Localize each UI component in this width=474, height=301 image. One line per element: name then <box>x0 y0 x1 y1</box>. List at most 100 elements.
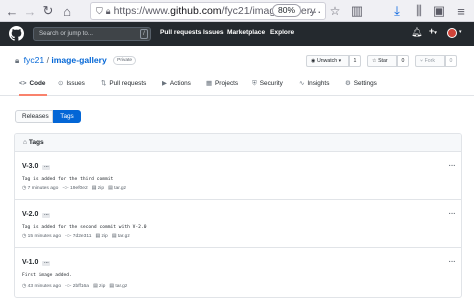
tag-row: V-1.0… ··· First image added. ◷ 43 minut… <box>15 248 461 297</box>
tab-label: Insights <box>307 80 330 87</box>
extension-icon[interactable]: ▣ <box>430 2 448 20</box>
avatar[interactable] <box>447 28 457 38</box>
tag-name: V-1.0 <box>22 259 39 266</box>
tag-name: V-2.0 <box>22 211 39 218</box>
tab-label: Actions <box>169 80 191 87</box>
tar-link[interactable]: tar.gz <box>114 186 126 191</box>
download-icon[interactable]: ⤓ <box>388 2 406 20</box>
zip-link[interactable]: zip <box>102 234 108 239</box>
tab-insights[interactable]: ∿ Insights <box>299 79 329 96</box>
fork-label: Fork <box>424 58 435 64</box>
tab-settings[interactable]: ⚙ Settings <box>345 79 377 96</box>
commit-sha-link[interactable]: 7d2e311 <box>73 234 92 239</box>
tag-time: 7 minutes ago <box>27 186 59 191</box>
lock-icon: 🔒︎ <box>105 5 111 16</box>
bell-icon[interactable]: 🔔︎ <box>411 27 422 38</box>
fork-count[interactable]: 0 <box>445 55 457 67</box>
forward-icon[interactable]: → <box>21 2 39 20</box>
tag-meta: ◷ 7 minutes ago -○- 19ef0e2 ▤ zip ▤ tar.… <box>22 185 126 191</box>
expand-message-button[interactable]: … <box>42 212 51 218</box>
tag-name: V-3.0 <box>22 163 39 170</box>
nav-marketplace[interactable]: Marketplace <box>227 29 265 36</box>
tags-tab-button[interactable]: Tags <box>53 110 81 123</box>
tab-label: Code <box>29 80 46 87</box>
search-shortcut-key: / <box>140 29 148 39</box>
tags-box-title: Tags <box>28 139 44 146</box>
sidebar-icon[interactable]: ▥ <box>348 2 366 20</box>
tab-label: Settings <box>353 80 377 87</box>
commit-icon: -○- <box>65 284 73 289</box>
tag-meta: ◷ 15 minutes ago -○- 7d2e311 ▤ zip ▤ tar… <box>22 233 130 239</box>
commit-sha-link[interactable]: 19ef0e2 <box>70 186 88 191</box>
graph-icon: ∿ <box>299 80 305 87</box>
search-input[interactable]: Search or jump to... / <box>33 27 151 41</box>
commit-icon: -○- <box>62 186 71 191</box>
menu-icon[interactable]: ≡ <box>452 2 470 20</box>
tag-name-link[interactable]: V-2.0… <box>22 211 51 218</box>
avatar-caret-icon[interactable]: ▾ <box>459 29 462 35</box>
new-menu-button[interactable]: +▾ <box>429 26 437 36</box>
tag-name-link[interactable]: V-1.0… <box>22 259 51 266</box>
commit-icon: -○- <box>65 234 73 239</box>
star-count[interactable]: 0 <box>397 55 409 67</box>
expand-message-button[interactable]: … <box>42 164 51 170</box>
home-icon[interactable]: ⌂ <box>58 2 76 20</box>
tar-link[interactable]: tar.gz <box>118 234 130 239</box>
tab-label: Security <box>259 80 283 87</box>
repo-separator: / <box>46 55 49 65</box>
tab-actions[interactable]: ▶ Actions <box>162 79 191 96</box>
more-actions-icon[interactable]: ··· <box>306 2 324 20</box>
projects-icon: ▦ <box>206 80 213 87</box>
star-button[interactable]: ☆ Star <box>367 55 397 67</box>
zip-link[interactable]: zip <box>99 284 105 289</box>
commit-sha-link[interactable]: 2bff16a <box>73 284 89 289</box>
tag-row: V-2.0… ··· Tag is added for the second c… <box>15 200 461 248</box>
repo-name-link[interactable]: image-gallery <box>51 55 106 65</box>
tag-menu-icon[interactable]: ··· <box>448 256 456 267</box>
github-logo-icon[interactable] <box>9 26 24 41</box>
tar-link[interactable]: tar.gz <box>115 284 127 289</box>
releases-tab-button[interactable]: Releases <box>15 110 53 123</box>
tags-box-header: ⌂ Tags <box>15 134 461 152</box>
url-host: github.com <box>170 5 222 17</box>
reload-icon[interactable]: ↻ <box>39 2 57 20</box>
gear-icon: ⚙ <box>345 80 351 87</box>
pull-request-icon: ⇅ <box>101 80 107 87</box>
expand-message-button[interactable]: … <box>42 260 51 266</box>
tag-message: Tag is added for the second commit with … <box>22 225 147 230</box>
tag-message: Tag is added for the third commit <box>22 177 114 182</box>
library-icon[interactable]: ⫼ <box>410 2 428 20</box>
tab-pull-requests[interactable]: ⇅ Pull requests <box>101 79 146 96</box>
nav-pull-requests[interactable]: Pull requests <box>160 29 201 36</box>
tab-security[interactable]: ⛨ Security <box>252 79 283 96</box>
tab-issues[interactable]: ⊙ Issues <box>58 79 85 96</box>
browser-toolbar: ← → ↻ ⌂ ⛉ 🔒︎ https://www. github.com/fyc2… <box>0 0 474 22</box>
repo-title: 🔒︎ fyc21 / image-gallery Private <box>15 55 137 66</box>
shield-icon: ⛨ <box>252 80 257 87</box>
tag-name-link[interactable]: V-3.0… <box>22 163 51 170</box>
tag-menu-icon[interactable]: ··· <box>448 208 456 219</box>
back-icon[interactable]: ← <box>3 2 21 20</box>
tag-time: 15 minutes ago <box>27 234 62 239</box>
unwatch-button[interactable]: ◉ Unwatch ▾ <box>306 55 349 67</box>
tag-menu-icon[interactable]: ··· <box>448 160 456 171</box>
repo-owner-link[interactable]: fyc21 <box>24 55 45 65</box>
tab-label: Projects <box>215 80 239 87</box>
zip-link[interactable]: zip <box>98 186 104 191</box>
fork-button[interactable]: ⑂ Fork <box>415 55 445 67</box>
unwatch-label: Unwatch <box>316 58 338 64</box>
bookmark-star-icon[interactable]: ☆ <box>326 2 344 20</box>
zoom-indicator[interactable]: 80% <box>272 4 302 17</box>
nav-explore[interactable]: Explore <box>270 29 294 36</box>
search-placeholder: Search or jump to... <box>39 30 93 37</box>
watch-count[interactable]: 1 <box>349 55 361 67</box>
tab-projects[interactable]: ▦ Projects <box>206 79 238 96</box>
issue-icon: ⊙ <box>58 80 64 87</box>
caret-down-icon: ▾ <box>434 30 437 36</box>
tab-code[interactable]: <> Code <box>19 79 47 96</box>
star-label: Star <box>378 58 388 64</box>
shield-icon: ⛉ <box>96 5 103 16</box>
url-path: /fyc21/image-gallery <box>221 5 316 17</box>
private-badge: Private <box>113 56 137 65</box>
nav-issues[interactable]: Issues <box>203 29 224 36</box>
